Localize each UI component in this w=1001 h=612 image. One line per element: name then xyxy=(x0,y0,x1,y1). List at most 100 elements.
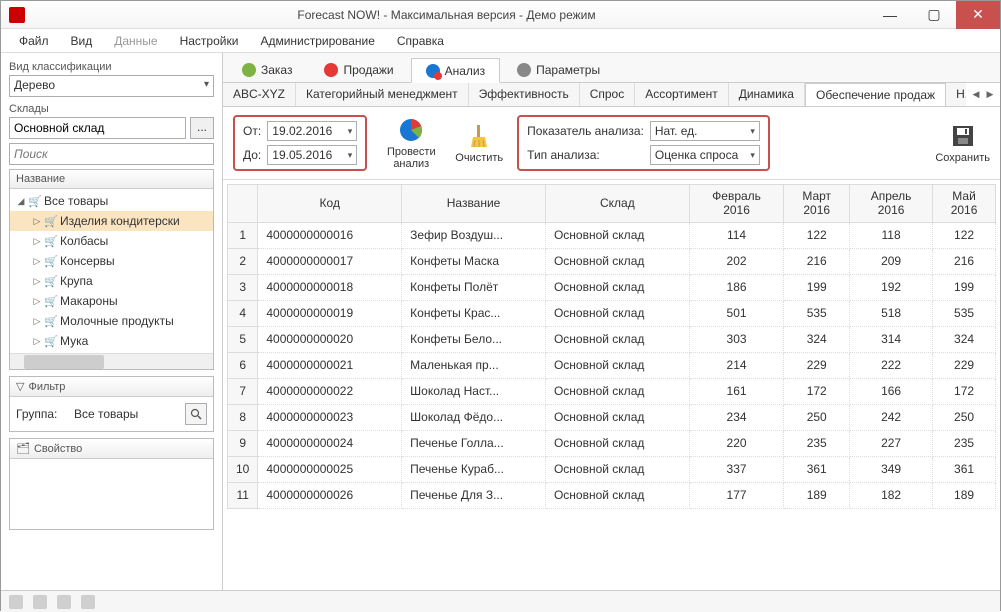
cell-value[interactable]: 161 xyxy=(689,378,784,404)
cell-name[interactable]: Шоколад Наст... xyxy=(402,378,546,404)
cell-warehouse[interactable]: Основной склад xyxy=(545,456,689,482)
table-row[interactable]: 24000000000017Конфеты МаскаОсновной скла… xyxy=(228,248,996,274)
table-row[interactable]: 114000000000026Печенье Для З...Основной … xyxy=(228,482,996,508)
classification-select[interactable]: Дерево xyxy=(9,75,214,97)
cell-value[interactable]: 361 xyxy=(784,456,850,482)
cell-warehouse[interactable]: Основной склад xyxy=(545,378,689,404)
tree-item[interactable]: ▷🛒Молочные продукты xyxy=(10,311,213,331)
cell-warehouse[interactable]: Основной склад xyxy=(545,482,689,508)
cell-name[interactable]: Зефир Воздуш... xyxy=(402,222,546,248)
cell-warehouse[interactable]: Основной склад xyxy=(545,326,689,352)
data-grid-wrap[interactable]: КодНазваниеСкладФевраль2016Март2016Апрел… xyxy=(223,180,1000,590)
cell-value[interactable]: 214 xyxy=(689,352,784,378)
cell-name[interactable]: Конфеты Бело... xyxy=(402,326,546,352)
cell-code[interactable]: 4000000000023 xyxy=(258,404,402,430)
status-icon-4[interactable] xyxy=(81,595,95,609)
warehouse-browse-button[interactable]: ... xyxy=(190,117,214,139)
table-row[interactable]: 74000000000022Шоколад Наст...Основной ск… xyxy=(228,378,996,404)
table-row[interactable]: 94000000000024Печенье Голла...Основной с… xyxy=(228,430,996,456)
cell-value[interactable]: 303 xyxy=(689,326,784,352)
cell-code[interactable]: 4000000000022 xyxy=(258,378,402,404)
cell-code[interactable]: 4000000000018 xyxy=(258,274,402,300)
expand-icon[interactable]: ▷ xyxy=(32,216,42,227)
expand-icon[interactable]: ▷ xyxy=(32,296,42,307)
menu-file[interactable]: Файл xyxy=(9,31,59,51)
indicator-combo[interactable]: Нат. ед. xyxy=(650,121,760,141)
menu-help[interactable]: Справка xyxy=(387,31,454,51)
tree-scrollbar[interactable] xyxy=(10,353,213,369)
cell-value[interactable]: 250 xyxy=(933,404,996,430)
tree-item[interactable]: ▷🛒Колбасы xyxy=(10,231,213,251)
table-row[interactable]: 84000000000023Шоколад Фёдо...Основной ск… xyxy=(228,404,996,430)
tree-item[interactable]: ▷🛒Крупа xyxy=(10,271,213,291)
cell-name[interactable]: Печенье Голла... xyxy=(402,430,546,456)
cell-warehouse[interactable]: Основной склад xyxy=(545,300,689,326)
filter-header[interactable]: ▽ Фильтр xyxy=(10,377,213,397)
grid-column-header[interactable]: Название xyxy=(402,185,546,223)
cell-value[interactable]: 186 xyxy=(689,274,784,300)
subtab[interactable]: Н.О.с xyxy=(946,83,966,106)
cell-value[interactable]: 324 xyxy=(784,326,850,352)
expand-icon[interactable]: ▷ xyxy=(32,236,42,247)
cell-code[interactable]: 4000000000017 xyxy=(258,248,402,274)
cell-code[interactable]: 4000000000019 xyxy=(258,300,402,326)
cell-name[interactable]: Конфеты Полёт xyxy=(402,274,546,300)
cell-code[interactable]: 4000000000026 xyxy=(258,482,402,508)
cell-value[interactable]: 222 xyxy=(850,352,933,378)
cell-code[interactable]: 4000000000020 xyxy=(258,326,402,352)
cell-value[interactable]: 235 xyxy=(784,430,850,456)
grid-column-header[interactable]: Апрель2016 xyxy=(850,185,933,223)
tree-root[interactable]: ◢ 🛒 Все товары xyxy=(10,191,213,211)
cell-name[interactable]: Печенье Для З... xyxy=(402,482,546,508)
tree-item[interactable]: ▷🛒Макароны xyxy=(10,291,213,311)
tree-item[interactable]: ▷🛒Изделия кондитерски xyxy=(10,211,213,231)
cell-value[interactable]: 122 xyxy=(784,222,850,248)
date-from-picker[interactable]: 19.02.2016 xyxy=(267,121,357,141)
collapse-icon[interactable]: ◢ xyxy=(16,196,26,207)
cell-code[interactable]: 4000000000021 xyxy=(258,352,402,378)
cell-value[interactable]: 172 xyxy=(784,378,850,404)
subtab[interactable]: Обеспечение продаж xyxy=(805,83,946,106)
tree-header[interactable]: Название xyxy=(10,170,213,189)
cell-value[interactable]: 361 xyxy=(933,456,996,482)
subtab-scroll-right[interactable]: ▶ xyxy=(984,89,996,100)
status-icon-2[interactable] xyxy=(33,595,47,609)
close-button[interactable]: ✕ xyxy=(956,1,1000,29)
cell-name[interactable]: Конфеты Крас... xyxy=(402,300,546,326)
table-row[interactable]: 64000000000021Маленькая пр...Основной ск… xyxy=(228,352,996,378)
cell-value[interactable]: 122 xyxy=(933,222,996,248)
grid-column-header[interactable]: Март2016 xyxy=(784,185,850,223)
cell-value[interactable]: 199 xyxy=(933,274,996,300)
subtab-scroll-left[interactable]: ◀ xyxy=(970,89,982,100)
cell-value[interactable]: 209 xyxy=(850,248,933,274)
cell-value[interactable]: 518 xyxy=(850,300,933,326)
subtab[interactable]: Спрос xyxy=(580,83,636,106)
cell-name[interactable]: Печенье Кураб... xyxy=(402,456,546,482)
warehouse-input[interactable] xyxy=(9,117,186,139)
maximize-button[interactable]: ▢ xyxy=(912,1,956,29)
cell-value[interactable]: 229 xyxy=(784,352,850,378)
menu-settings[interactable]: Настройки xyxy=(170,31,249,51)
menu-view[interactable]: Вид xyxy=(61,31,103,51)
table-row[interactable]: 54000000000020Конфеты Бело...Основной ск… xyxy=(228,326,996,352)
cell-name[interactable]: Шоколад Фёдо... xyxy=(402,404,546,430)
tab-sales[interactable]: Продажи xyxy=(309,57,408,82)
cell-value[interactable]: 199 xyxy=(784,274,850,300)
cell-name[interactable]: Маленькая пр... xyxy=(402,352,546,378)
cell-value[interactable]: 216 xyxy=(784,248,850,274)
cell-code[interactable]: 4000000000024 xyxy=(258,430,402,456)
status-icon-1[interactable] xyxy=(9,595,23,609)
cell-value[interactable]: 202 xyxy=(689,248,784,274)
cell-value[interactable]: 314 xyxy=(850,326,933,352)
cell-value[interactable]: 189 xyxy=(784,482,850,508)
cell-value[interactable]: 118 xyxy=(850,222,933,248)
cell-value[interactable]: 220 xyxy=(689,430,784,456)
cell-value[interactable]: 182 xyxy=(850,482,933,508)
cell-value[interactable]: 114 xyxy=(689,222,784,248)
tab-parameters[interactable]: Параметры xyxy=(502,57,615,82)
menu-data[interactable]: Данные xyxy=(104,31,167,51)
date-to-picker[interactable]: 19.05.2016 xyxy=(267,145,357,165)
menu-admin[interactable]: Администрирование xyxy=(250,31,384,51)
cell-value[interactable]: 535 xyxy=(784,300,850,326)
cell-warehouse[interactable]: Основной склад xyxy=(545,274,689,300)
